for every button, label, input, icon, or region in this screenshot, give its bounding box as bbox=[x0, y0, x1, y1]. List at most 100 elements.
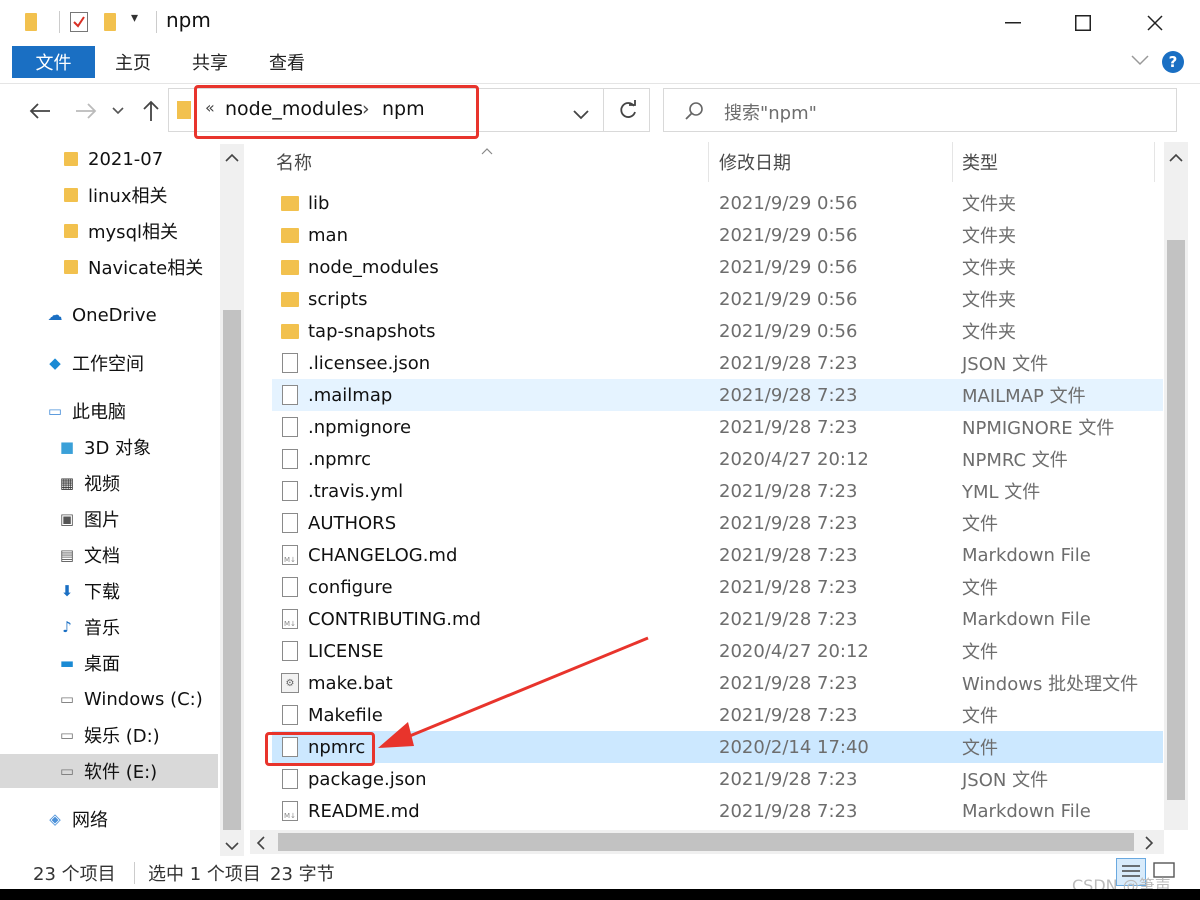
file-date: 2021/9/28 7:23 bbox=[719, 352, 858, 374]
file-icon bbox=[282, 577, 298, 597]
vertical-scrollbar-thumb[interactable] bbox=[1167, 240, 1185, 800]
back-button[interactable] bbox=[27, 94, 53, 128]
up-button[interactable] bbox=[138, 94, 164, 128]
file-type: Markdown File bbox=[962, 608, 1091, 630]
nav-item-linux[interactable]: linux相关 bbox=[0, 178, 218, 212]
file-type: 文件 bbox=[962, 738, 998, 759]
nav-item-this-pc[interactable]: ▭ 此电脑 bbox=[0, 394, 218, 428]
network-icon: ◈ bbox=[49, 810, 61, 828]
file-date: 2021/9/29 0:56 bbox=[719, 320, 858, 342]
scroll-left-icon[interactable] bbox=[256, 835, 266, 854]
tab-file[interactable]: 文件 bbox=[12, 46, 95, 78]
windows-drive-icon: ▭ bbox=[59, 690, 75, 708]
file-row[interactable]: man 2021/9/29 0:56 文件夹 bbox=[272, 219, 1163, 251]
file-row[interactable]: configure 2021/9/28 7:23 文件 bbox=[272, 571, 1163, 603]
file-date: 2020/4/27 20:12 bbox=[719, 448, 869, 470]
nav-scrollbar-thumb[interactable] bbox=[223, 310, 241, 830]
file-name: lib bbox=[308, 192, 330, 214]
file-date: 2021/9/29 0:56 bbox=[719, 256, 858, 278]
recent-locations-button[interactable] bbox=[108, 94, 128, 128]
title-bar: ▾ npm bbox=[0, 0, 1200, 46]
file-row[interactable]: lib 2021/9/29 0:56 文件夹 bbox=[272, 187, 1163, 219]
nav-item-label: 3D 对象 bbox=[84, 438, 152, 459]
quick-access-dropdown-icon[interactable]: ▾ bbox=[131, 10, 138, 26]
file-row[interactable]: scripts 2021/9/29 0:56 文件夹 bbox=[272, 283, 1163, 315]
horizontal-scrollbar-thumb[interactable] bbox=[278, 833, 1134, 851]
column-divider[interactable] bbox=[952, 142, 953, 182]
file-row[interactable]: M↓ README.md 2021/9/28 7:23 Markdown File bbox=[272, 795, 1163, 827]
nav-item-label: 2021-07 bbox=[88, 148, 164, 170]
close-button[interactable] bbox=[1132, 6, 1178, 40]
nav-item-onedrive[interactable]: ☁ OneDrive bbox=[0, 298, 218, 332]
divider bbox=[156, 11, 157, 33]
file-row[interactable]: .mailmap 2021/9/28 7:23 MAILMAP 文件 bbox=[272, 379, 1163, 411]
item-count: 23 个项目 bbox=[33, 864, 116, 885]
file-icon bbox=[282, 705, 298, 725]
file-row[interactable]: package.json 2021/9/28 7:23 JSON 文件 bbox=[272, 763, 1163, 795]
file-row[interactable]: tap-snapshots 2021/9/29 0:56 文件夹 bbox=[272, 315, 1163, 347]
nav-item-workspace[interactable]: ◆ 工作空间 bbox=[0, 346, 218, 380]
folder-icon bbox=[62, 258, 80, 276]
markdown-file-icon: M↓ bbox=[282, 801, 298, 821]
window-title: npm bbox=[166, 8, 211, 32]
file-row[interactable]: M↓ CHANGELOG.md 2021/9/28 7:23 Markdown Fil… bbox=[272, 539, 1163, 571]
column-header-date[interactable]: 修改日期 bbox=[719, 142, 791, 182]
search-box[interactable]: 搜索"npm" bbox=[663, 88, 1177, 132]
refresh-button[interactable] bbox=[618, 100, 638, 124]
nav-item-label: 此电脑 bbox=[72, 402, 126, 423]
help-icon[interactable]: ? bbox=[1162, 51, 1184, 73]
tab-view[interactable]: 查看 bbox=[269, 46, 305, 78]
properties-icon[interactable] bbox=[70, 12, 88, 32]
scroll-up-icon[interactable] bbox=[225, 148, 239, 167]
file-row[interactable]: .npmignore 2021/9/28 7:23 NPMIGNORE 文件 bbox=[272, 411, 1163, 443]
nav-item-label: 网络 bbox=[72, 810, 108, 831]
column-header-name[interactable]: 名称 bbox=[276, 142, 312, 182]
nav-item-label: Navicate相关 bbox=[88, 258, 204, 279]
file-icon bbox=[282, 769, 298, 789]
explorer-window: ▾ npm 文件 主页 共享 查看 ? « node_modules › npm… bbox=[0, 0, 1200, 889]
scroll-down-icon[interactable] bbox=[225, 836, 239, 855]
nav-item-drive-d[interactable]: ▭ 娱乐 (D:) bbox=[0, 718, 218, 752]
file-date: 2021/9/28 7:23 bbox=[719, 480, 858, 502]
tab-share[interactable]: 共享 bbox=[192, 46, 228, 78]
nav-item-drive-e[interactable]: ▭ 软件 (E:) bbox=[0, 754, 218, 788]
file-row[interactable]: .npmrc 2020/4/27 20:12 NPMRC 文件 bbox=[272, 443, 1163, 475]
file-name: CHANGELOG.md bbox=[308, 544, 458, 566]
column-header-type[interactable]: 类型 bbox=[962, 142, 998, 182]
nav-item-videos[interactable]: ▦ 视频 bbox=[0, 466, 218, 500]
nav-item-network[interactable]: ◈ 网络 bbox=[0, 802, 218, 836]
tab-home[interactable]: 主页 bbox=[115, 46, 151, 78]
file-name: .mailmap bbox=[308, 384, 393, 406]
file-row[interactable]: .travis.yml 2021/9/28 7:23 YML 文件 bbox=[272, 475, 1163, 507]
file-date: 2021/9/29 0:56 bbox=[719, 192, 858, 214]
nav-item-mysql[interactable]: mysql相关 bbox=[0, 214, 218, 248]
nav-item-drive-c[interactable]: ▭ Windows (C:) bbox=[0, 682, 218, 716]
address-dropdown-button[interactable] bbox=[573, 105, 589, 124]
file-row[interactable]: AUTHORS 2021/9/28 7:23 文件 bbox=[272, 507, 1163, 539]
forward-button[interactable] bbox=[73, 94, 99, 128]
file-name: tap-snapshots bbox=[308, 320, 436, 342]
scroll-right-icon[interactable] bbox=[1144, 835, 1154, 854]
minimize-button[interactable] bbox=[990, 6, 1036, 40]
scroll-up-icon[interactable] bbox=[1169, 148, 1183, 167]
new-folder-icon[interactable] bbox=[104, 13, 116, 31]
nav-item-downloads[interactable]: ⬇ 下载 bbox=[0, 574, 218, 608]
nav-item-music[interactable]: ♪ 音乐 bbox=[0, 610, 218, 644]
search-input[interactable]: 搜索"npm" bbox=[724, 99, 817, 125]
column-divider[interactable] bbox=[708, 142, 709, 182]
file-row[interactable]: .licensee.json 2021/9/28 7:23 JSON 文件 bbox=[272, 347, 1163, 379]
expand-ribbon-icon[interactable] bbox=[1130, 52, 1150, 71]
column-divider[interactable] bbox=[1154, 142, 1155, 182]
maximize-button[interactable] bbox=[1060, 6, 1106, 40]
folder-icon bbox=[281, 196, 299, 211]
nav-item-desktop[interactable]: ▬ 桌面 bbox=[0, 646, 218, 680]
nav-item-label: 音乐 bbox=[84, 618, 120, 639]
file-name: README.md bbox=[308, 800, 420, 822]
file-row[interactable]: node_modules 2021/9/29 0:56 文件夹 bbox=[272, 251, 1163, 283]
file-date: 2021/9/28 7:23 bbox=[719, 608, 858, 630]
nav-item-pictures[interactable]: ▣ 图片 bbox=[0, 502, 218, 536]
nav-item-2021-07[interactable]: 2021-07 bbox=[0, 142, 218, 176]
nav-item-documents[interactable]: ▤ 文档 bbox=[0, 538, 218, 572]
nav-item-navicate[interactable]: Navicate相关 bbox=[0, 250, 218, 284]
nav-item-3d-objects[interactable]: ■ 3D 对象 bbox=[0, 430, 218, 464]
